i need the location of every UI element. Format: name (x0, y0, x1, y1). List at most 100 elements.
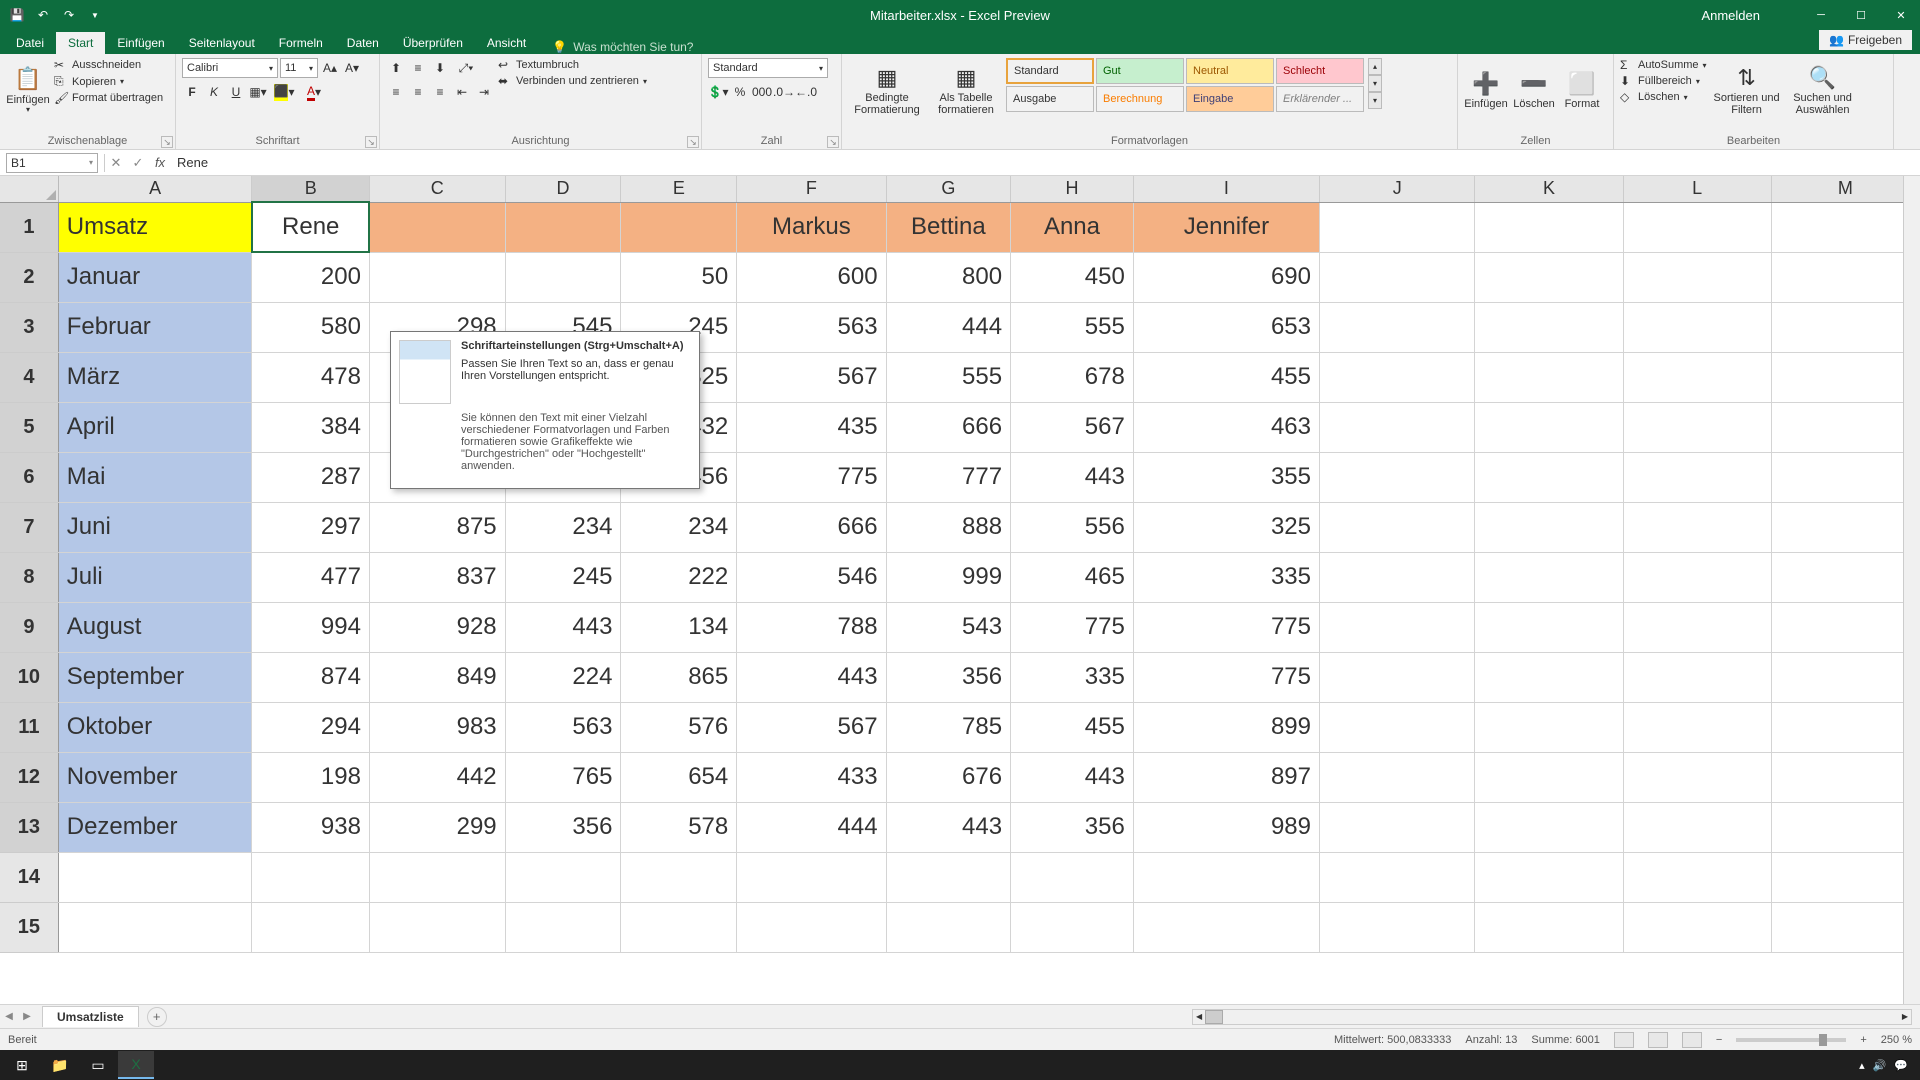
cell-r4-c8[interactable]: 455 (1133, 352, 1319, 402)
col-header-K[interactable]: K (1475, 176, 1623, 202)
cell-empty[interactable] (1623, 552, 1771, 602)
number-format-select[interactable]: Standard▾ (708, 58, 828, 78)
cell-empty[interactable] (1771, 452, 1919, 502)
cell-empty[interactable] (1771, 902, 1919, 952)
cell-empty[interactable] (1475, 902, 1623, 952)
align-bottom-button[interactable]: ⬇ (430, 58, 450, 78)
cell-r7-c7[interactable]: 556 (1011, 502, 1134, 552)
align-launcher[interactable]: ↘ (687, 136, 699, 148)
cell-r2-c5[interactable]: 600 (737, 252, 886, 302)
cancel-formula-button[interactable]: ✕ (105, 152, 127, 174)
tab-review[interactable]: Überprüfen (391, 32, 475, 54)
cell-r8-c6[interactable]: 999 (886, 552, 1011, 602)
cell-r9-c5[interactable]: 788 (737, 602, 886, 652)
cell-empty[interactable] (1133, 902, 1319, 952)
zoom-level[interactable]: 250 % (1881, 1034, 1912, 1046)
cell-empty[interactable] (1771, 652, 1919, 702)
cell-r7-c1[interactable]: 297 (252, 502, 369, 552)
clipboard-launcher[interactable]: ↘ (161, 136, 173, 148)
cell-r8-c4[interactable]: 222 (621, 552, 737, 602)
row-header-8[interactable]: 8 (0, 552, 58, 602)
cell-r2-c8[interactable]: 690 (1133, 252, 1319, 302)
tab-file[interactable]: Datei (4, 32, 56, 54)
cell-r5-c1[interactable]: 384 (252, 402, 369, 452)
view-normal-button[interactable] (1614, 1032, 1634, 1048)
format-as-table-button[interactable]: ▦Als Tabelleformatieren (930, 58, 1002, 124)
cell-r8-c3[interactable]: 245 (505, 552, 621, 602)
cell-r11-c2[interactable]: 983 (369, 702, 505, 752)
row-header-9[interactable]: 9 (0, 602, 58, 652)
zoom-slider[interactable] (1736, 1038, 1846, 1042)
cell-empty[interactable] (886, 852, 1011, 902)
cell-month-10[interactable]: September (58, 652, 252, 702)
italic-button[interactable]: K (204, 82, 224, 102)
style-gallery-scroll[interactable]: ▴▾▾ (1368, 58, 1382, 109)
sign-in-link[interactable]: Anmelden (1701, 8, 1760, 23)
tray-chevron-icon[interactable]: ▴ (1859, 1059, 1865, 1072)
cell-empty[interactable] (1320, 302, 1475, 352)
cell-empty[interactable] (1475, 552, 1623, 602)
cell-r3-c7[interactable]: 555 (1011, 302, 1134, 352)
col-header-I[interactable]: I (1133, 176, 1319, 202)
cell-empty[interactable] (1320, 352, 1475, 402)
cell-r6-c5[interactable]: 775 (737, 452, 886, 502)
cell-r13-c6[interactable]: 443 (886, 802, 1011, 852)
cell-empty[interactable] (1771, 302, 1919, 352)
cell-r1-c10[interactable] (1475, 202, 1623, 252)
cell-empty[interactable] (737, 902, 886, 952)
cell-r10-c4[interactable]: 865 (621, 652, 737, 702)
cell-empty[interactable] (1771, 252, 1919, 302)
cell-r3-c5[interactable]: 563 (737, 302, 886, 352)
cell-r1-c7[interactable]: Anna (1011, 202, 1134, 252)
cell-empty[interactable] (1623, 402, 1771, 452)
cell-r9-c4[interactable]: 134 (621, 602, 737, 652)
cell-r3-c6[interactable]: 444 (886, 302, 1011, 352)
row-header-4[interactable]: 4 (0, 352, 58, 402)
cell-r11-c4[interactable]: 576 (621, 702, 737, 752)
cell-empty[interactable] (1011, 902, 1134, 952)
cell-r8-c5[interactable]: 546 (737, 552, 886, 602)
cell-empty[interactable] (252, 852, 369, 902)
row-header-2[interactable]: 2 (0, 252, 58, 302)
cell-empty[interactable] (1133, 852, 1319, 902)
sheet-nav-prev[interactable]: ◀ (0, 1007, 18, 1027)
autosum-button[interactable]: ΣAutoSumme▾ (1620, 58, 1707, 72)
cell-r1-c11[interactable] (1623, 202, 1771, 252)
format-painter-button[interactable]: 🖌Format übertragen (54, 91, 163, 105)
sheet-tab-active[interactable]: Umsatzliste (42, 1006, 139, 1027)
cell-empty[interactable] (1475, 852, 1623, 902)
align-left-button[interactable]: ≡ (386, 82, 406, 102)
cell-r6-c6[interactable]: 777 (886, 452, 1011, 502)
cell-empty[interactable] (58, 902, 252, 952)
cell-r10-c8[interactable]: 775 (1133, 652, 1319, 702)
font-color-button[interactable]: A▾ (300, 82, 328, 102)
cell-empty[interactable] (1320, 702, 1475, 752)
cell-empty[interactable] (1475, 752, 1623, 802)
increase-decimal-button[interactable]: .0→ (774, 82, 794, 102)
cell-r13-c5[interactable]: 444 (737, 802, 886, 852)
cell-r12-c3[interactable]: 765 (505, 752, 621, 802)
cell-r9-c1[interactable]: 994 (252, 602, 369, 652)
cell-r6-c1[interactable]: 287 (252, 452, 369, 502)
cell-empty[interactable] (621, 902, 737, 952)
cell-month-13[interactable]: Dezember (58, 802, 252, 852)
taskbar-explorer[interactable]: 📁 (42, 1051, 78, 1079)
tab-home[interactable]: Start (56, 32, 105, 54)
cell-empty[interactable] (1011, 852, 1134, 902)
taskbar-app[interactable]: ▭ (80, 1051, 116, 1079)
cell-r5-c6[interactable]: 666 (886, 402, 1011, 452)
col-header-H[interactable]: H (1011, 176, 1134, 202)
align-center-button[interactable]: ≡ (408, 82, 428, 102)
col-header-G[interactable]: G (886, 176, 1011, 202)
zoom-out-button[interactable]: − (1716, 1034, 1722, 1046)
percent-button[interactable]: % (730, 82, 750, 102)
cell-r10-c5[interactable]: 443 (737, 652, 886, 702)
font-launcher[interactable]: ↘ (365, 136, 377, 148)
font-name-select[interactable]: Calibri▾ (182, 58, 278, 78)
maximize-button[interactable]: ☐ (1842, 0, 1880, 30)
cell-empty[interactable] (1320, 552, 1475, 602)
cell-empty[interactable] (1623, 602, 1771, 652)
col-header-B[interactable]: B (252, 176, 369, 202)
row-header-3[interactable]: 3 (0, 302, 58, 352)
style-ausgabe[interactable]: Ausgabe (1006, 86, 1094, 112)
